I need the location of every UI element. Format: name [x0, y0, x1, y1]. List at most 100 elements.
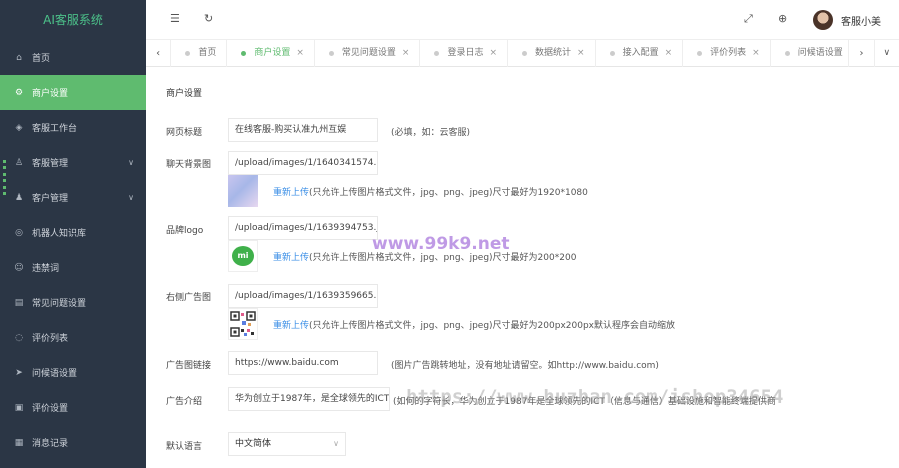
sidebar-item-8[interactable]: ◌ 评价列表 — [0, 320, 146, 355]
robot-icon: ◎ — [15, 227, 23, 238]
language-selected-value: 中文简体 — [235, 439, 272, 449]
sidebar-item-4[interactable]: ♟ 客户管理 ∨ — [0, 180, 146, 215]
tab-1[interactable]: 商户设置 × — [227, 39, 315, 67]
tab-2[interactable]: 常见问题设置 × — [315, 39, 421, 67]
customer-icon: ♟ — [14, 192, 24, 203]
sidebar-item-1[interactable]: ⚙ 商户设置 — [0, 75, 146, 110]
logo-path-input[interactable]: /upload/images/1/1639394753.jpeg — [228, 216, 378, 240]
chat-bg-hint: (只允许上传图片格式文件，jpg、png、jpeg)尺寸最好为1920*1080 — [309, 188, 588, 198]
chevron-down-icon: ∨ — [128, 193, 134, 202]
tab-list: 首页 商户设置 × 常见问题设置 × 登录日志 × 数据统计 × 接入配置 × 评价列表 × 问候语设置× — [171, 39, 849, 67]
ad-image-hint-row: 重新上传(只允许上传图片格式文件，jpg、png、jpeg)尺寸最好为200px… — [273, 318, 675, 331]
ad-image-path-input[interactable]: /upload/images/1/1639359665.png — [228, 284, 378, 308]
tab-dot-icon — [241, 50, 247, 56]
settings-form: 商户设置 网页标题 在线客服-购买认准九州互娱 (必填，如：云客服) 聊天背景图… — [146, 67, 899, 468]
tab-7[interactable]: 问候语设置× — [771, 40, 849, 67]
language-label: 默认语言 — [166, 442, 203, 452]
tab-dot-icon — [434, 50, 440, 56]
tab-bar: ‹ 首页 商户设置 × 常见问题设置 × 登录日志 × 数据统计 × 接入配置 × 评价列表 × 问候语设… — [146, 39, 899, 67]
sidebar-item-label: 消息记录 — [32, 439, 69, 449]
sidebar-item-label: 商户设置 — [32, 89, 69, 99]
tab-0[interactable]: 首页 — [171, 39, 228, 67]
sidebar-item-label: 客户管理 — [32, 194, 69, 204]
brand-title: AI客服系统 — [43, 13, 103, 27]
tab-label: 登录日志 — [447, 47, 484, 58]
tab-dot-icon — [784, 50, 790, 56]
tab-dot-icon — [328, 50, 334, 56]
ban-icon: ☺ — [14, 262, 24, 273]
sidebar-item-label: 违禁词 — [32, 264, 60, 274]
ad-intro-note: (如何的字符长，华为创立于1987年是全球领先的ICT（信息与通信）基础设施和智… — [393, 397, 776, 407]
ad-intro-label: 广告介绍 — [166, 397, 203, 407]
globe-icon[interactable]: ⊕ — [778, 12, 787, 25]
logo-label: 品牌logo — [166, 226, 204, 236]
sidebar-item-10[interactable]: ▣ 评价设置 — [0, 390, 146, 425]
sidebar-item-label: 客服管理 — [32, 159, 69, 169]
tab-label: 常见问题设置 — [341, 47, 396, 58]
tab-next-icon[interactable]: › — [848, 39, 873, 67]
sidebar-item-label: 客服工作台 — [32, 124, 78, 134]
ad-image-thumbnail — [228, 308, 258, 340]
fullscreen-icon[interactable]: ⤢ — [744, 12, 753, 26]
sidebar-item-2[interactable]: ◈ 客服工作台 — [0, 110, 146, 145]
chat-bg-path-input[interactable]: /upload/images/1/1640341574.png — [228, 151, 378, 175]
tab-5[interactable]: 接入配置 × — [596, 39, 684, 67]
sidebar-item-label: 机器人知识库 — [32, 229, 87, 239]
sidebar-menu: ⌂ 首页 ⚙ 商户设置 ◈ 客服工作台 ♙ 客服管理 ∨ ♟ 客户管理 ∨ ◎ 机器人知识库 ☺ 违禁词 ▤ 常见… — [0, 40, 146, 460]
tab-close-icon[interactable]: × — [665, 40, 673, 67]
tab-6[interactable]: 评价列表 × — [683, 39, 771, 67]
logo-hint-row: 重新上传(只允许上传图片格式文件，jpg、png、jpeg)尺寸最好为200*2… — [273, 250, 576, 263]
tab-prev-icon[interactable]: ‹ — [146, 39, 172, 67]
sidebar-item-6[interactable]: ☺ 违禁词 — [0, 250, 146, 285]
ad-link-note: (图片广告跳转地址，没有地址请留空。如http://www.baidu.com) — [391, 361, 659, 371]
sidebar: AI客服系统 ⌂ 首页 ⚙ 商户设置 ◈ 客服工作台 ♙ 客服管理 ∨ ♟ 客户管理 ∨ ◎ 机器人知识库… — [0, 0, 146, 468]
tab-close-icon[interactable]: × — [577, 40, 585, 67]
sidebar-item-9[interactable]: ➤ 问候语设置 — [0, 355, 146, 390]
language-select[interactable]: 中文简体 ∨ — [228, 432, 346, 456]
review-list-icon: ◌ — [15, 332, 23, 343]
page-title-label: 网页标题 — [166, 128, 203, 138]
tab-dot-icon — [185, 50, 191, 56]
sidebar-item-label: 评价列表 — [32, 334, 69, 344]
ad-link-label: 广告图链接 — [166, 361, 212, 371]
tab-label: 数据统计 — [535, 47, 572, 58]
tab-label: 问候语设置 — [797, 47, 843, 58]
logo-mi-icon: mi — [232, 246, 254, 266]
tab-close-icon[interactable]: × — [402, 40, 410, 67]
sidebar-item-7[interactable]: ▤ 常见问题设置 — [0, 285, 146, 320]
tab-dot-icon — [522, 50, 528, 56]
page-title-input[interactable]: 在线客服-购买认准九州互娱 — [228, 118, 378, 142]
tab-4[interactable]: 数据统计 × — [508, 39, 596, 67]
sidebar-item-5[interactable]: ◎ 机器人知识库 — [0, 215, 146, 250]
tab-close-icon[interactable]: × — [752, 40, 760, 67]
sidebar-resize-handle[interactable] — [3, 160, 7, 195]
tab-more-icon[interactable]: ∨ — [873, 39, 899, 67]
sidebar-item-0[interactable]: ⌂ 首页 — [0, 40, 146, 75]
sidebar-item-3[interactable]: ♙ 客服管理 ∨ — [0, 145, 146, 180]
ad-link-input[interactable]: https://www.baidu.com — [228, 351, 378, 375]
user-menu[interactable]: 客服小美 — [813, 10, 881, 30]
ad-image-hint: (只允许上传图片格式文件，jpg、png、jpeg)尺寸最好为200px200p… — [309, 321, 675, 331]
tab-label: 评价列表 — [710, 47, 747, 58]
logo-reupload-link[interactable]: 重新上传 — [273, 253, 309, 263]
tab-close-icon[interactable]: × — [296, 40, 304, 67]
avatar — [813, 10, 833, 30]
send-icon: ➤ — [15, 367, 23, 378]
chat-bg-reupload-link[interactable]: 重新上传 — [273, 188, 309, 198]
tab-3[interactable]: 登录日志 × — [420, 39, 509, 67]
workbench-icon: ◈ — [15, 122, 23, 133]
review-setting-icon: ▣ — [14, 402, 24, 413]
tab-dot-icon — [609, 50, 615, 56]
sidebar-item-label: 评价设置 — [32, 404, 69, 414]
ad-image-reupload-link[interactable]: 重新上传 — [273, 321, 309, 331]
sidebar-item-label: 常见问题设置 — [32, 299, 87, 309]
tab-close-icon[interactable]: × — [489, 40, 497, 67]
ad-intro-input[interactable]: 华为创立于1987年，是全球领先的ICT — [228, 387, 390, 411]
sidebar-item-11[interactable]: ▦ 消息记录 — [0, 425, 146, 460]
logo-thumbnail: mi — [228, 240, 258, 272]
sidebar-item-label: 首页 — [32, 54, 51, 64]
menu-toggle-icon[interactable]: ☰ — [170, 12, 180, 25]
refresh-icon[interactable]: ↻ — [204, 12, 213, 25]
chat-bg-label: 聊天背景图 — [166, 160, 212, 170]
top-header: ☰ ↻ ⤢ ⊕ 客服小美 — [146, 0, 899, 40]
